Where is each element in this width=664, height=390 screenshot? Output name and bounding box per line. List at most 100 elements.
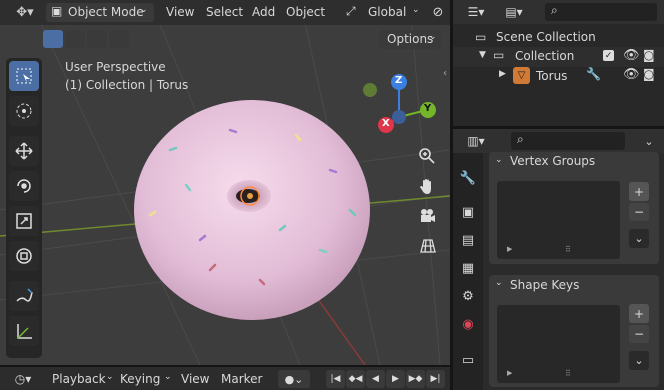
remove-vertex-group-button[interactable]: − [629, 203, 649, 221]
properties-header: ▥▾ ⌕ ⌄ [453, 129, 664, 153]
menu-add[interactable]: Add [252, 4, 275, 21]
cursor-icon[interactable] [9, 96, 39, 126]
timeline-editor-icon[interactable]: ◷▾ [8, 370, 38, 388]
view-perspective-label: User Perspective [65, 60, 166, 74]
toolbar [6, 58, 42, 358]
select-intersect-icon[interactable] [109, 30, 129, 48]
select-subtract-icon[interactable] [87, 30, 107, 48]
pin-icon[interactable]: ⌄ [639, 132, 659, 150]
shape-keys-panel: ⌄ Shape Keys ▶ ⠿ + − ⌄ [489, 275, 659, 387]
expand-arrow-icon[interactable]: ▼ [479, 50, 486, 60]
transform-icon[interactable] [9, 241, 39, 271]
active-object-label: (1) Collection | Torus [65, 78, 189, 92]
mode-dropdown[interactable]: ▣ Object Mode ⌄ [46, 3, 154, 22]
world-icon[interactable]: ◉ [457, 313, 479, 335]
record-keyframe-button[interactable]: ●⌄ [278, 370, 310, 388]
properties-tabs: 🔧 ▣ ▤ ▦ ⚙ ◉ ▭ [453, 153, 483, 390]
orientation-label: Global [368, 5, 407, 19]
playback-label: Playback [52, 372, 106, 386]
add-shape-key-button[interactable]: + [629, 304, 649, 323]
list-resize-icon[interactable]: ▶ [507, 245, 512, 253]
tree-row-scene-collection[interactable]: ▭ Scene Collection [453, 28, 664, 48]
collection-icon[interactable]: ▭ [457, 349, 479, 371]
mode-label: Object Mode [68, 5, 144, 19]
chevron-down-icon: ⌄ [412, 5, 420, 15]
zoom-icon[interactable] [414, 143, 440, 169]
outliner-editor-icon[interactable]: ☰▾ [461, 3, 491, 21]
search-icon: ⌕ [517, 132, 524, 146]
timeline-view-menu[interactable]: View [181, 372, 209, 386]
wrench-icon[interactable]: 🔧 [586, 67, 601, 81]
shape-keys-list[interactable]: ▶ ⠿ [497, 305, 620, 383]
menu-select[interactable]: Select [206, 4, 243, 21]
3d-viewport[interactable]: ✥▾ ▣ Object Mode ⌄ View Select Add Objec… [0, 0, 450, 365]
expand-arrow-icon[interactable]: ▶ [499, 69, 506, 79]
jump-start-icon[interactable]: |◀ [326, 370, 345, 388]
list-resize-icon[interactable]: ▶ [507, 369, 512, 377]
jump-end-icon[interactable]: ▶| [426, 370, 445, 388]
render-camera-icon[interactable]: ◙ [643, 48, 655, 62]
collapse-arrow-icon[interactable]: ⌄ [495, 278, 503, 288]
display-mode-icon[interactable]: ▤▾ [499, 3, 529, 21]
scene-icon[interactable]: ⚙ [457, 285, 479, 307]
vertex-groups-list[interactable]: ▶ ⠿ [497, 181, 620, 259]
properties-search-input[interactable]: ⌕ [511, 132, 625, 150]
eye-icon[interactable]: 👁 [623, 67, 640, 82]
play-reverse-icon[interactable]: ◀ [366, 370, 385, 388]
gizmo-z-label: Z [395, 75, 403, 86]
outliner-search-input[interactable]: ⌕ [545, 3, 657, 21]
grid-icon[interactable] [414, 233, 440, 259]
options-button[interactable]: Options ⌄ [379, 30, 441, 49]
menu-view[interactable]: View [166, 4, 194, 21]
properties-editor-icon[interactable]: ▥▾ [461, 132, 491, 150]
list-grip-icon[interactable]: ⠿ [565, 369, 571, 378]
torus-label: Torus [536, 69, 568, 83]
next-keyframe-icon[interactable]: ▶◆ [406, 370, 425, 388]
link-icon[interactable]: ⊘ [428, 3, 448, 22]
remove-shape-key-button[interactable]: − [629, 325, 649, 343]
chevron-down-icon[interactable]: ⌄ [629, 229, 649, 248]
play-icon[interactable]: ▶ [386, 370, 405, 388]
list-grip-icon[interactable]: ⠿ [565, 245, 571, 254]
vertex-groups-title[interactable]: Vertex Groups [510, 154, 595, 168]
keying-label: Keying [120, 372, 161, 386]
tree-row-torus[interactable]: ▶ ▽ Torus 🔧 👁 ◙ [453, 66, 664, 86]
collection-icon: ▭ [493, 48, 505, 62]
render-icon[interactable]: ▣ [457, 201, 479, 223]
view-layer-icon[interactable]: ▦ [457, 257, 479, 279]
chevron-down-icon[interactable]: ⌄ [629, 351, 649, 370]
editor-type-icon[interactable]: ✥▾ [10, 3, 40, 22]
chevron-down-icon: ⌄ [429, 32, 437, 42]
add-vertex-group-button[interactable]: + [629, 182, 649, 201]
scale-icon[interactable] [9, 206, 39, 236]
select-extend-icon[interactable] [65, 30, 85, 48]
annotate-icon[interactable] [9, 281, 39, 311]
hand-pan-icon[interactable] [414, 173, 440, 199]
measure-icon[interactable] [9, 316, 39, 346]
marker-menu[interactable]: Marker [221, 372, 262, 386]
output-icon[interactable]: ▤ [457, 229, 479, 251]
select-new-icon[interactable] [43, 30, 63, 48]
menu-object[interactable]: Object [286, 4, 325, 21]
sidebar-toggle-icon[interactable]: ‹ [443, 68, 447, 79]
prev-keyframe-icon[interactable]: ◆◀ [346, 370, 365, 388]
viewport-scene [0, 0, 450, 365]
tool-icon[interactable]: 🔧 [457, 167, 479, 189]
orientation-icon: ⤢ [346, 4, 356, 18]
move-icon[interactable] [9, 136, 39, 166]
checkbox-icon[interactable]: ✓ [603, 50, 614, 61]
vertex-groups-panel: ⌄ Vertex Groups ▶ ⠿ + − ⌄ [489, 152, 659, 264]
playback-menu[interactable]: Playback ⌄ [44, 370, 116, 388]
render-camera-icon[interactable]: ◙ [643, 67, 655, 81]
viewport-header: ✥▾ ▣ Object Mode ⌄ View Select Add Objec… [0, 0, 450, 25]
shape-keys-title[interactable]: Shape Keys [510, 278, 579, 292]
eye-icon[interactable]: 👁 [623, 48, 640, 63]
orientation-dropdown[interactable]: ⤢ Global ⌄ [346, 3, 422, 22]
rotate-icon[interactable] [9, 171, 39, 201]
tree-row-collection[interactable]: ▼ ▭ Collection ✓ 👁 ◙ [453, 47, 664, 67]
keying-menu[interactable]: Keying ⌄ [114, 370, 176, 388]
camera-icon[interactable] [414, 203, 440, 229]
collapse-arrow-icon[interactable]: ⌄ [495, 155, 503, 165]
select-box-icon[interactable] [9, 61, 39, 91]
gizmo-y-label: Y [424, 103, 432, 114]
